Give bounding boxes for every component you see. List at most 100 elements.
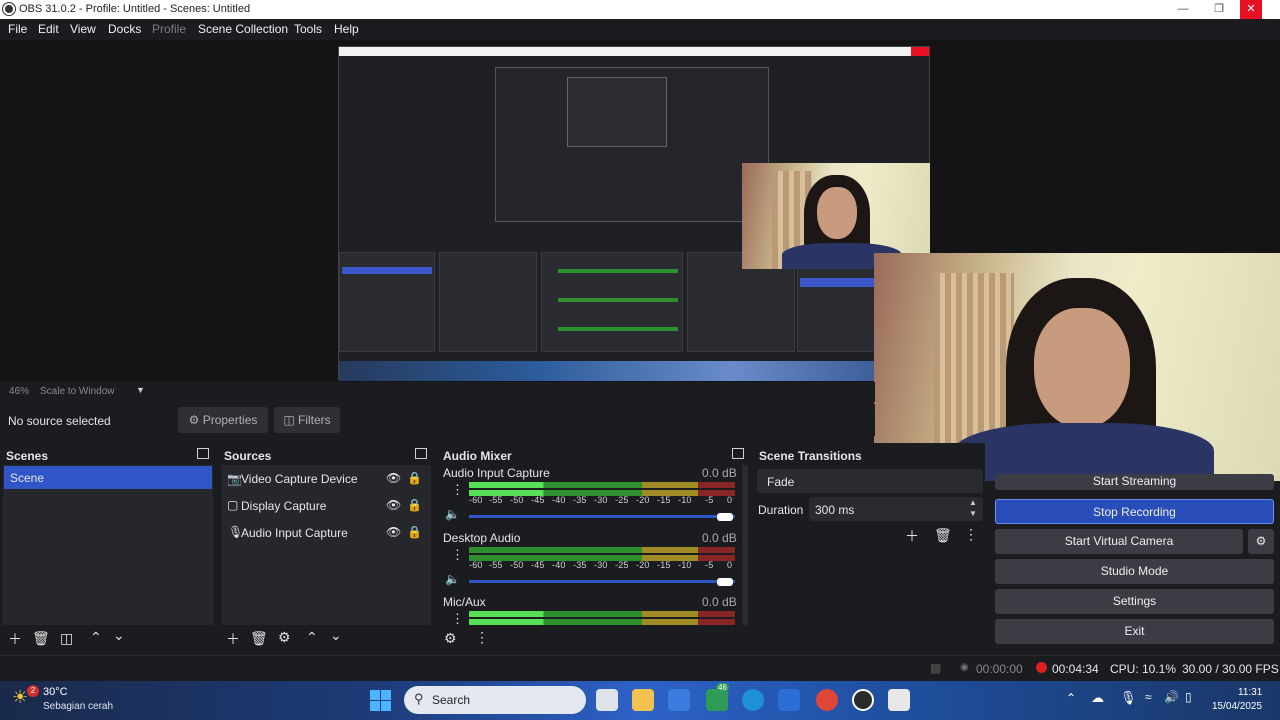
edge-browser-icon[interactable] <box>742 689 764 711</box>
volume-slider-knob[interactable] <box>717 513 733 521</box>
properties-button[interactable]: ⚙ Properties <box>178 407 268 433</box>
zoom-level[interactable]: 46% <box>9 386 29 397</box>
record-dot-icon <box>1036 662 1047 673</box>
move-up-button[interactable]: ⌃ <box>90 629 102 646</box>
speaker-icon[interactable]: 🔈 <box>445 507 460 521</box>
level-meter <box>469 611 735 617</box>
battery-icon[interactable]: ▯ <box>1185 690 1192 704</box>
lock-icon[interactable]: 🔒 <box>407 471 422 485</box>
minimize-button[interactable]: — <box>1172 0 1194 19</box>
menu-help[interactable]: Help <box>334 22 359 36</box>
chevron-up-icon[interactable]: ▲ <box>969 498 977 507</box>
db-tick-label: -10 <box>678 560 692 570</box>
filters-button[interactable]: ◫ Filters <box>274 407 340 433</box>
add-transition-button[interactable]: ＋ <box>905 526 919 546</box>
db-tick-label: -40 <box>552 560 566 570</box>
windows-start-icon[interactable] <box>370 690 392 712</box>
mixer-menu-button[interactable]: ⋮ <box>475 629 489 646</box>
chevron-down-icon[interactable]: ▼ <box>969 509 977 518</box>
volume-icon[interactable]: 🔊 <box>1164 690 1179 704</box>
source-item[interactable]: ▢ Display Capture 👁 🔒 <box>221 496 431 518</box>
db-tick-label: -30 <box>594 495 608 505</box>
move-down-button[interactable]: ⌄ <box>113 627 125 644</box>
mixer-settings-button[interactable]: ⚙ <box>444 630 457 647</box>
obs-taskbar-icon[interactable] <box>852 689 874 711</box>
weather-sun-icon[interactable]: ☀ <box>12 687 28 708</box>
exit-button[interactable]: Exit <box>995 619 1274 644</box>
volume-slider[interactable] <box>469 515 735 518</box>
more-vertical-icon[interactable]: ⋮ <box>451 547 464 563</box>
studio-mode-button[interactable]: Studio Mode <box>995 559 1274 584</box>
chevron-up-icon[interactable]: ⌃ <box>1066 691 1076 705</box>
notepad-icon[interactable] <box>778 689 800 711</box>
menu-view[interactable]: View <box>70 22 96 36</box>
transition-select[interactable]: Fade <box>757 469 983 493</box>
duration-label: Duration <box>758 503 804 517</box>
menu-docks[interactable]: Docks <box>108 22 141 36</box>
start-virtual-camera-button[interactable]: Start Virtual Camera <box>995 529 1243 554</box>
restore-button[interactable]: ❐ <box>1208 0 1230 19</box>
speaker-icon[interactable]: 🔈 <box>445 572 460 586</box>
chevron-down-icon[interactable]: ▼ <box>136 385 145 395</box>
file-explorer-icon[interactable] <box>632 689 654 711</box>
duration-spinbox[interactable]: 300 ms ▲ ▼ <box>809 497 983 521</box>
weather-badge: 2 <box>27 685 39 697</box>
db-tick-label: -30 <box>594 560 608 570</box>
wifi-icon[interactable]: ≈ <box>1145 690 1152 704</box>
undock-icon[interactable] <box>732 448 744 459</box>
more-vertical-icon[interactable]: ⋮ <box>451 611 464 627</box>
scene-filters-button[interactable]: ◫ <box>60 630 73 647</box>
transition-menu-button[interactable]: ⋮ <box>964 526 978 543</box>
taskbar-search[interactable]: ⚲ Search <box>404 686 586 714</box>
remove-scene-button[interactable]: 🗑 <box>32 630 50 647</box>
remove-source-button[interactable]: 🗑 <box>250 630 268 647</box>
add-source-button[interactable]: ＋ <box>226 629 240 649</box>
move-down-button[interactable]: ⌄ <box>330 627 342 644</box>
obs-logo-icon <box>3 3 15 15</box>
cloud-icon[interactable]: ☁ <box>1091 690 1104 706</box>
stop-recording-button[interactable]: Stop Recording <box>995 499 1274 524</box>
move-up-button[interactable]: ⌃ <box>306 629 318 646</box>
add-scene-button[interactable]: ＋ <box>8 629 22 649</box>
nested-title-bar <box>339 47 929 56</box>
source-item[interactable]: 📷 Video Capture Device 👁 🔒 <box>221 469 431 491</box>
menu-file[interactable]: File <box>8 22 27 36</box>
start-streaming-button[interactable]: Start Streaming <box>995 474 1274 490</box>
clock-date[interactable]: 15/04/2025 <box>1212 701 1262 712</box>
remove-transition-button[interactable]: 🗑 <box>934 527 952 544</box>
teams-icon[interactable]: 46 <box>706 683 729 711</box>
visibility-eye-icon[interactable]: 👁 <box>386 525 401 539</box>
store-icon[interactable] <box>668 689 690 711</box>
stream-status-icon: ◉ <box>960 662 969 673</box>
mixer-scrollbar[interactable] <box>742 465 748 625</box>
source-properties-button[interactable]: ⚙ <box>278 629 291 646</box>
more-vertical-icon[interactable]: ⋮ <box>451 482 464 498</box>
document-app-icon[interactable] <box>888 689 910 711</box>
microphone-icon[interactable]: 🎙 <box>1120 690 1137 706</box>
menu-edit[interactable]: Edit <box>38 22 59 36</box>
virtual-camera-settings-button[interactable]: ⚙ <box>1248 529 1274 554</box>
scenes-dock: Scenes Scene ＋ 🗑 ◫ ⌃ ⌄ <box>0 443 215 653</box>
scale-mode-select[interactable]: Scale to Window <box>40 386 114 397</box>
lock-icon[interactable]: 🔒 <box>407 525 422 539</box>
close-button[interactable]: ✕ <box>1240 0 1262 19</box>
scene-item[interactable]: Scene <box>4 466 212 489</box>
task-view-icon[interactable] <box>596 689 618 711</box>
source-item[interactable]: 🎙 Audio Input Capture 👁 🔒 <box>221 523 431 545</box>
undock-icon[interactable] <box>197 448 209 459</box>
menu-profile[interactable]: Profile <box>152 22 186 36</box>
volume-slider-knob[interactable] <box>717 578 733 586</box>
clock-time[interactable]: 11:31 <box>1238 687 1262 698</box>
chrome-icon[interactable] <box>816 689 838 711</box>
weather-temp[interactable]: 30°C <box>43 686 68 698</box>
weather-desc[interactable]: Sebagian cerah <box>43 701 113 712</box>
menu-tools[interactable]: Tools <box>294 22 322 36</box>
visibility-eye-icon[interactable]: 👁 <box>386 471 401 485</box>
undock-icon[interactable] <box>415 448 427 459</box>
db-tick-label: -40 <box>552 495 566 505</box>
volume-slider[interactable] <box>469 580 735 583</box>
settings-button[interactable]: Settings <box>995 589 1274 614</box>
visibility-eye-icon[interactable]: 👁 <box>386 498 401 512</box>
menu-scene-collection[interactable]: Scene Collection <box>198 22 288 36</box>
lock-icon[interactable]: 🔒 <box>407 498 422 512</box>
